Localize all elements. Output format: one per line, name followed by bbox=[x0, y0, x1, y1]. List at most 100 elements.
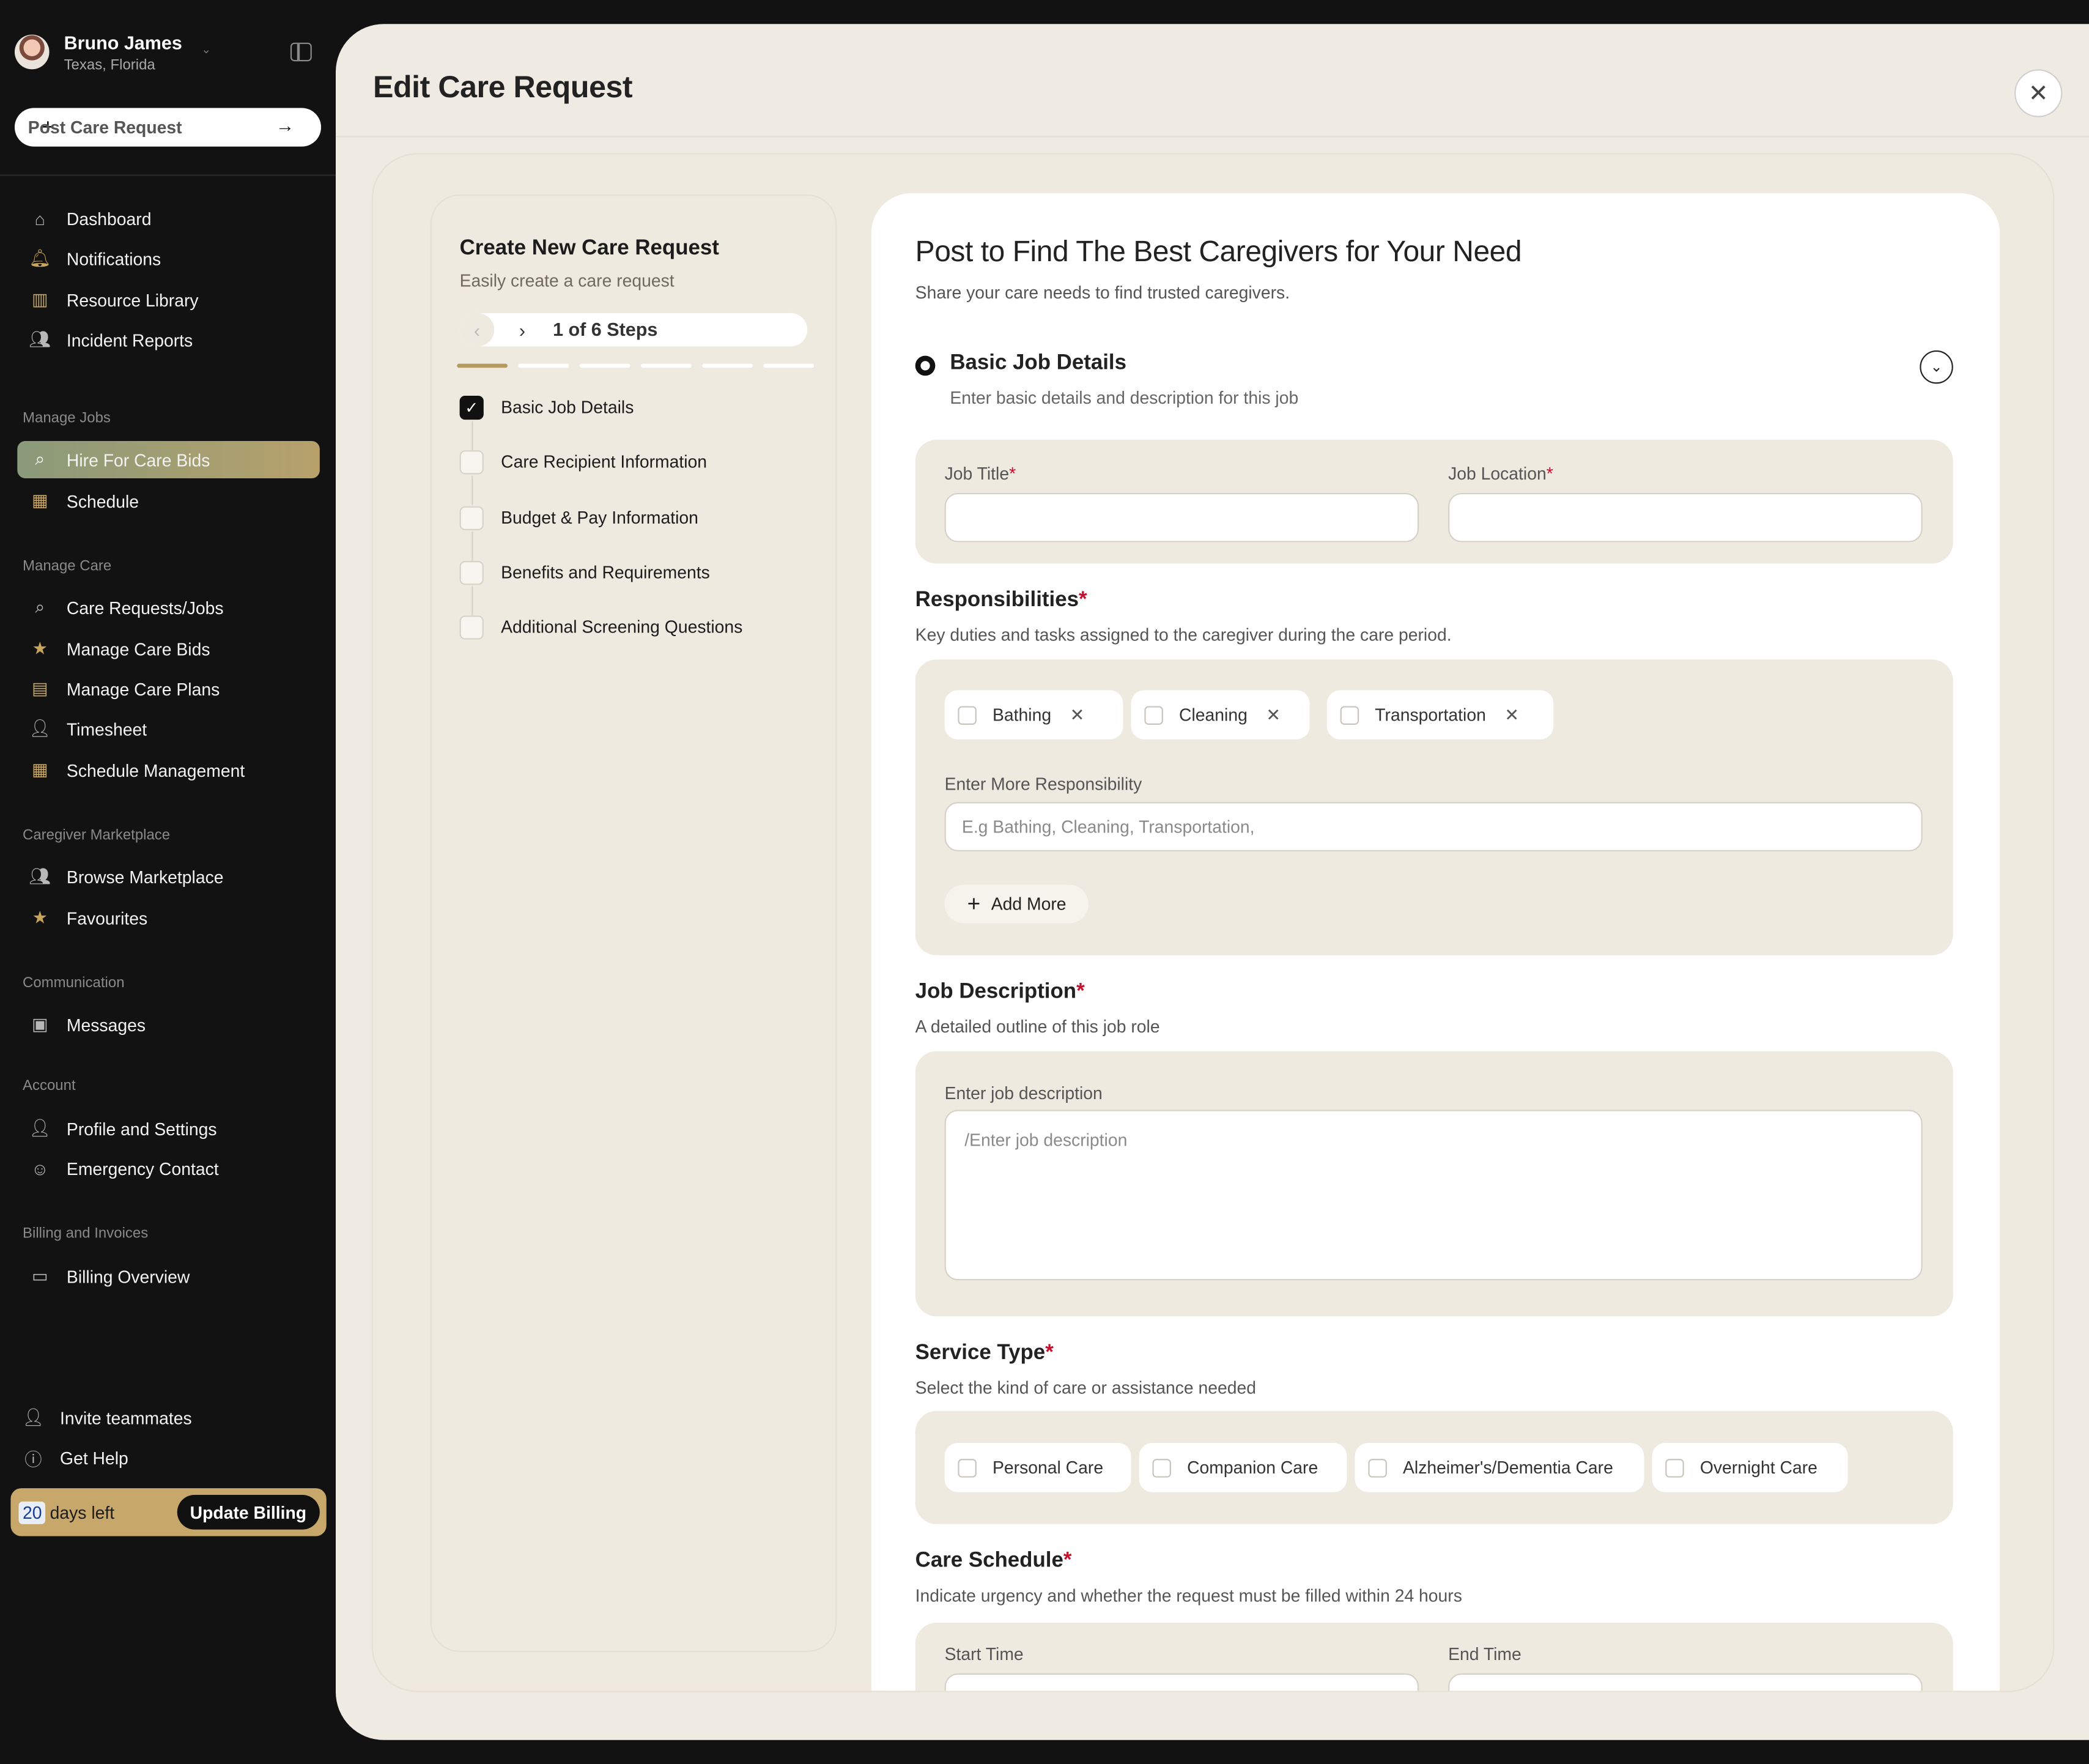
checkbox-icon[interactable] bbox=[958, 705, 977, 724]
users-icon: 👥︎ bbox=[29, 865, 51, 886]
service-option[interactable]: Alzheimer's/Dementia Care bbox=[1355, 1443, 1644, 1492]
more-responsibility-input[interactable]: E.g Bathing, Cleaning, Transportation, bbox=[944, 802, 1923, 851]
close-icon[interactable]: ✕ bbox=[1504, 704, 1519, 725]
job-title-input[interactable] bbox=[944, 492, 1419, 543]
option-label: Alzheimer's/Dementia Care bbox=[1403, 1458, 1613, 1478]
checkbox-icon bbox=[459, 505, 484, 530]
step-label: Budget & Pay Information bbox=[501, 507, 698, 527]
sidebar-item-incident-reports[interactable]: 👥︎ Incident Reports bbox=[17, 321, 320, 358]
user-profile[interactable]: Bruno James Texas, Florida ⌄ bbox=[14, 32, 321, 77]
next-step-button[interactable]: › bbox=[508, 313, 537, 346]
sidebar-item-schedule-management[interactable]: ▦ Schedule Management bbox=[17, 752, 320, 789]
step-progress-segment bbox=[702, 363, 753, 368]
chevron-right-icon: › bbox=[519, 319, 526, 341]
sidebar-item-schedule[interactable]: ▦ Schedule bbox=[17, 483, 320, 520]
checkbox-icon bbox=[459, 615, 484, 640]
service-option[interactable]: Companion Care bbox=[1139, 1443, 1347, 1492]
close-icon: ✕ bbox=[2028, 79, 2049, 106]
sidebar-item-billing-overview[interactable]: ▭ Billing Overview bbox=[17, 1258, 320, 1295]
post-care-request-button[interactable]: + Post Care Request → bbox=[14, 108, 322, 147]
close-icon[interactable]: ✕ bbox=[1266, 704, 1281, 725]
step-item[interactable]: Additional Screening Questions bbox=[459, 615, 743, 671]
section-label-billing: Billing and Invoices bbox=[23, 1225, 149, 1242]
step-pager: ‹ › 1 of 6 Steps bbox=[459, 313, 808, 347]
page-title: Edit Care Request bbox=[372, 69, 633, 104]
stepper-panel: Create New Care Request Easily create a … bbox=[430, 195, 837, 1653]
contact-icon: ☺ bbox=[31, 1158, 49, 1179]
job-location-input[interactable] bbox=[1448, 492, 1923, 543]
sidebar-item-manage-care-bids[interactable]: ★ Manage Care Bids bbox=[17, 630, 320, 667]
step-label: Additional Screening Questions bbox=[501, 617, 743, 637]
update-billing-button[interactable]: Update Billing bbox=[176, 1494, 320, 1530]
sidebar-item-resource-library[interactable]: ▥ Resource Library bbox=[17, 281, 320, 319]
job-description-textarea[interactable]: /Enter job description bbox=[944, 1110, 1923, 1281]
checkbox-icon[interactable] bbox=[1152, 1458, 1171, 1477]
chevron-left-icon: ‹ bbox=[473, 319, 481, 341]
responsibility-chip[interactable]: Transportation ✕ bbox=[1326, 690, 1554, 739]
step-item[interactable]: Benefits and Requirements bbox=[459, 560, 743, 616]
service-type-title: Service Type* bbox=[915, 1341, 1054, 1365]
step-item[interactable]: ✓ Basic Job Details bbox=[459, 395, 743, 451]
prev-step-button[interactable]: ‹ bbox=[459, 313, 495, 347]
end-time-input[interactable] bbox=[1448, 1673, 1923, 1691]
sidebar-item-label: Billing Overview bbox=[66, 1266, 190, 1287]
job-title-label: Job Title* bbox=[944, 464, 1016, 484]
briefcase-icon: ▤ bbox=[31, 678, 48, 699]
card-icon: ▭ bbox=[31, 1266, 48, 1286]
job-description-title: Job Description* bbox=[915, 980, 1085, 1004]
chevron-down-icon[interactable]: ⌄ bbox=[201, 43, 211, 57]
start-time-input[interactable] bbox=[944, 1673, 1419, 1691]
get-help-link[interactable]: ⓘ Get Help bbox=[10, 1439, 313, 1477]
star-icon: ★ bbox=[32, 638, 48, 659]
step-progress-segment bbox=[579, 363, 630, 368]
sidebar-item-label: Incident Reports bbox=[66, 330, 193, 350]
option-label: Overnight Care bbox=[1699, 1458, 1817, 1478]
request-card: Create New Care Request Easily create a … bbox=[371, 153, 2055, 1692]
star-icon: ★ bbox=[32, 907, 48, 928]
sidebar-item-care-requests[interactable]: ⌕ Care Requests/Jobs bbox=[17, 589, 320, 626]
sidebar-item-favourites[interactable]: ★ Favourites bbox=[17, 899, 320, 936]
care-schedule-subtitle: Indicate urgency and whether the request… bbox=[915, 1585, 1462, 1606]
checkbox-icon[interactable] bbox=[1340, 705, 1359, 724]
sidebar-item-emergency-contact[interactable]: ☺ Emergency Contact bbox=[17, 1150, 320, 1187]
sidebar-item-profile-settings[interactable]: 👤︎ Profile and Settings bbox=[17, 1110, 320, 1147]
checkbox-icon[interactable] bbox=[958, 1458, 977, 1477]
chevron-down-icon[interactable]: ⌄ bbox=[1920, 350, 1953, 384]
sidebar-item-manage-care-plans[interactable]: ▤ Manage Care Plans bbox=[17, 670, 320, 708]
sidebar-item-label: Resource Library bbox=[66, 289, 199, 310]
sidebar-item-notifications[interactable]: 🔔︎ Notifications bbox=[17, 240, 320, 277]
sidebar-item-label: Notifications bbox=[66, 248, 161, 269]
chip-label: Cleaning bbox=[1179, 705, 1248, 725]
step-item[interactable]: Budget & Pay Information bbox=[459, 505, 743, 561]
close-icon[interactable]: ✕ bbox=[1070, 704, 1085, 725]
user-icon: 👤︎ bbox=[29, 1117, 51, 1138]
sidebar-item-timesheet[interactable]: 👤︎ Timesheet bbox=[17, 710, 320, 747]
sidebar-toggle-icon[interactable] bbox=[290, 42, 312, 62]
checkbox-icon[interactable] bbox=[1368, 1458, 1387, 1477]
invite-label: Invite teammates bbox=[60, 1407, 192, 1428]
service-option[interactable]: Overnight Care bbox=[1652, 1443, 1848, 1492]
step-item[interactable]: Care Recipient Information bbox=[459, 450, 743, 506]
close-button[interactable]: ✕ bbox=[2014, 69, 2063, 117]
responsibility-chip[interactable]: Bathing ✕ bbox=[944, 690, 1123, 739]
users-icon: 👥︎ bbox=[29, 329, 51, 349]
invite-teammates-link[interactable]: 👤︎ Invite teammates bbox=[10, 1399, 313, 1436]
responsibility-chip[interactable]: Cleaning ✕ bbox=[1131, 690, 1310, 739]
sidebar-item-messages[interactable]: ▣ Messages bbox=[17, 1006, 320, 1043]
checkbox-icon[interactable] bbox=[1665, 1458, 1684, 1477]
section-label-account: Account bbox=[23, 1078, 76, 1094]
sidebar-item-dashboard[interactable]: ⌂ Dashboard bbox=[17, 200, 320, 237]
option-label: Personal Care bbox=[993, 1458, 1104, 1478]
checkbox-icon[interactable] bbox=[1144, 705, 1163, 724]
form-panel: Post to Find The Best Caregivers for You… bbox=[871, 193, 2000, 1691]
edit-care-request-modal: Edit Care Request ✕ Create New Care Requ… bbox=[335, 24, 2089, 1740]
section-title: Basic Job Details bbox=[950, 352, 1126, 375]
book-icon: ▥ bbox=[31, 289, 48, 309]
chip-label: Bathing bbox=[993, 705, 1052, 725]
sidebar-item-hire-for-care-bids[interactable]: ⌕ Hire For Care Bids bbox=[17, 441, 320, 478]
add-more-button[interactable]: + Add More bbox=[944, 884, 1089, 924]
search-icon: ⌕ bbox=[35, 596, 45, 617]
search-icon: ⌕ bbox=[35, 449, 45, 469]
service-option[interactable]: Personal Care bbox=[944, 1443, 1131, 1492]
sidebar-item-browse-marketplace[interactable]: 👥︎ Browse Marketplace bbox=[17, 858, 320, 895]
